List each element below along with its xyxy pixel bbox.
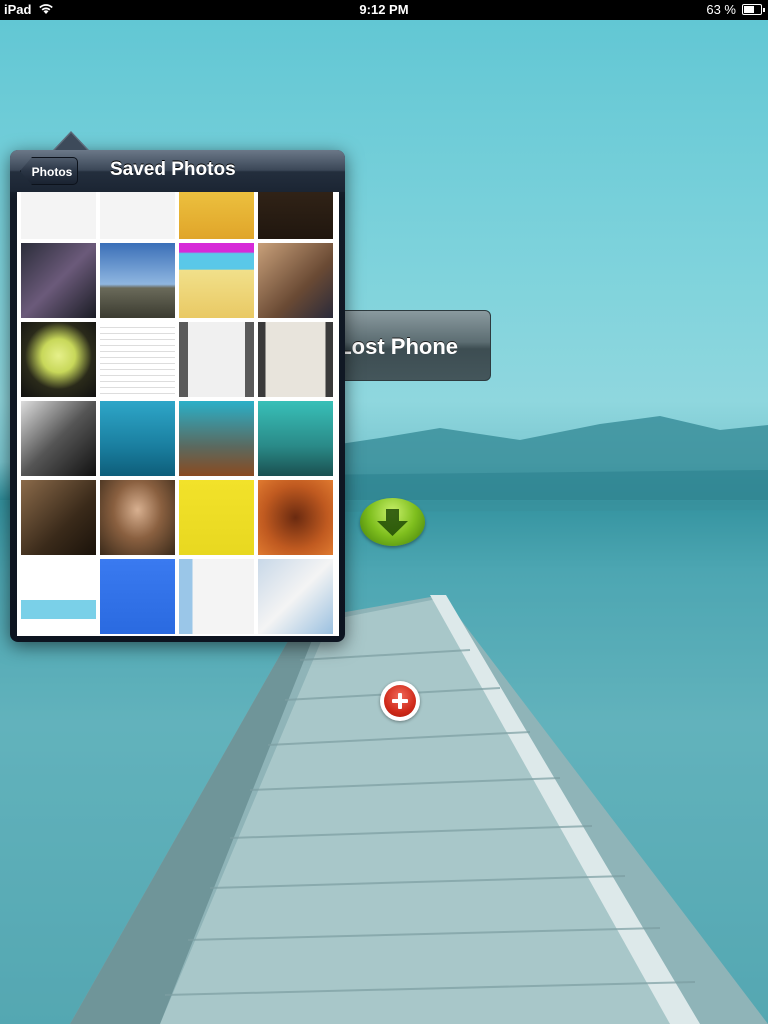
photo-thumbnail[interactable] [258, 192, 333, 239]
download-button[interactable] [360, 498, 425, 546]
photo-grid-scroll[interactable] [17, 192, 339, 636]
photo-thumbnail[interactable] [21, 480, 96, 555]
photo-thumbnail[interactable] [100, 401, 175, 476]
photo-thumbnail[interactable] [258, 480, 333, 555]
photo-thumbnail[interactable] [21, 243, 96, 318]
photo-thumbnail[interactable] [100, 243, 175, 318]
down-arrow-icon [377, 509, 408, 536]
photo-thumbnail[interactable] [258, 243, 333, 318]
popover-title: Saved Photos [110, 159, 236, 180]
photo-thumbnail[interactable] [21, 192, 96, 239]
photo-thumbnail[interactable] [179, 322, 254, 397]
photo-thumbnail[interactable] [258, 322, 333, 397]
photo-thumbnail[interactable] [258, 401, 333, 476]
photo-thumbnail[interactable] [179, 559, 254, 634]
photo-thumbnail[interactable] [21, 401, 96, 476]
photo-thumbnail[interactable] [100, 480, 175, 555]
photo-thumbnail[interactable] [21, 322, 96, 397]
photo-thumbnail[interactable] [100, 559, 175, 634]
photo-thumbnail[interactable] [100, 192, 175, 239]
photos-back-button[interactable]: Photos [20, 157, 78, 185]
photo-thumbnail[interactable] [21, 559, 96, 634]
battery-fill [744, 6, 754, 13]
clock: 9:12 PM [359, 2, 409, 17]
battery-percent: 63 % [706, 2, 736, 17]
photo-thumbnail[interactable] [179, 192, 254, 239]
photo-thumbnail[interactable] [179, 243, 254, 318]
plus-icon [384, 685, 416, 717]
popover-navbar: Photos Saved Photos [10, 150, 345, 192]
popover-arrow [53, 131, 89, 150]
photo-thumbnail[interactable] [100, 322, 175, 397]
photo-thumbnail[interactable] [179, 401, 254, 476]
photo-grid [21, 192, 333, 636]
battery-icon [742, 4, 765, 15]
photo-thumbnail[interactable] [258, 559, 333, 634]
photo-picker-popover: Photos Saved Photos [10, 131, 345, 642]
photo-thumbnail[interactable] [179, 480, 254, 555]
status-bar: iPad 9:12 PM 63 % [0, 0, 768, 20]
add-button[interactable] [380, 681, 420, 721]
lost-phone-button[interactable]: Lost Phone [330, 310, 491, 381]
